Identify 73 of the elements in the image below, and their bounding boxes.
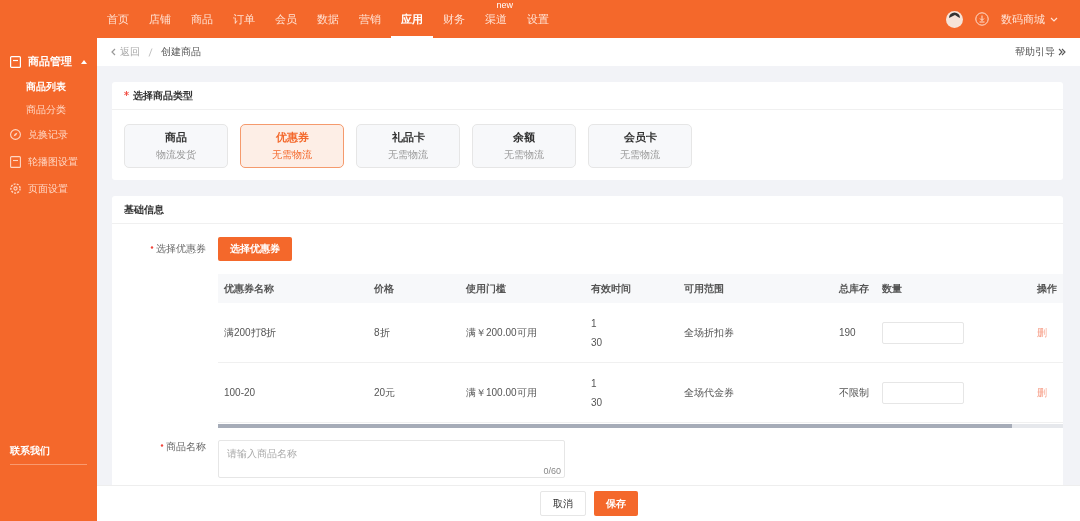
table-cell: 满￥100.00可用 xyxy=(460,362,585,423)
field-label: 选择优惠券 xyxy=(156,242,206,256)
delete-link[interactable]: 删 xyxy=(1037,326,1047,338)
table-cell: 满200打8折 xyxy=(218,303,368,363)
chevron-down-icon xyxy=(1050,16,1058,22)
section-title: 基础信息 xyxy=(124,202,164,217)
column-header: 数量 xyxy=(876,274,1031,303)
type-option[interactable]: 会员卡 无需物流 xyxy=(588,124,692,168)
sidebar-item[interactable]: 轮播图设置 xyxy=(0,148,97,175)
column-header: 优惠券名称 xyxy=(218,274,368,303)
table-cell: 100-20 xyxy=(218,362,368,423)
table-cell-text: 30 xyxy=(591,395,604,410)
column-header: 价格 xyxy=(368,274,460,303)
nav-tab[interactable]: 会员 xyxy=(265,12,307,38)
nav-tab[interactable]: 渠道 xyxy=(475,12,517,38)
column-header: 有效时间 xyxy=(585,274,678,303)
nav-tab[interactable]: 商品 xyxy=(181,12,223,38)
table-cell: 全场代金券 xyxy=(678,362,833,423)
quantity-input[interactable] xyxy=(882,381,964,404)
type-option[interactable]: 礼品卡 无需物流 xyxy=(356,124,460,168)
section-title: 选择商品类型 xyxy=(133,88,193,103)
nav-tab[interactable]: 店铺 xyxy=(139,12,181,38)
breadcrumb-separator xyxy=(148,47,153,57)
table-cell: 不限制 xyxy=(833,362,876,423)
double-chevron-icon xyxy=(1058,48,1066,56)
type-option[interactable]: 优惠券 无需物流 xyxy=(240,124,344,168)
type-option[interactable]: 商品 物流发货 xyxy=(124,124,228,168)
horizontal-scrollbar[interactable] xyxy=(218,424,1063,428)
nav-tab[interactable]: 设置 xyxy=(517,12,559,38)
select-coupon-button[interactable]: 选择优惠券 xyxy=(218,237,292,261)
help-guide-link[interactable]: 帮助引导 xyxy=(1015,45,1066,59)
sidebar-item[interactable]: 商品管理 xyxy=(0,48,97,75)
column-header: 操作 xyxy=(1031,274,1063,303)
sidebar-subitem[interactable]: 商品列表 xyxy=(0,75,97,98)
table-cell: 全场折扣券 xyxy=(678,303,833,363)
character-counter: 0/60 xyxy=(543,466,561,476)
back-link[interactable]: 返回 xyxy=(111,45,140,59)
nav-tab[interactable]: 订单 xyxy=(223,12,265,38)
nav-tab[interactable]: 财务 xyxy=(433,12,475,38)
settings-icon xyxy=(10,183,21,194)
nav-tab[interactable]: 首页 xyxy=(97,12,139,38)
column-header: 总库存 xyxy=(833,274,876,303)
store-selector[interactable]: 数码商城 xyxy=(1001,11,1058,27)
contact-link[interactable]: 联系我们 xyxy=(10,444,87,465)
sidebar-item[interactable]: 兑换记录 xyxy=(0,121,97,148)
sidebar-subitem[interactable]: 商品分类 xyxy=(0,98,97,121)
table-cell-text: 1 xyxy=(591,316,598,331)
chevron-left-icon xyxy=(111,48,116,56)
breadcrumb-current: 创建商品 xyxy=(161,45,201,59)
document-icon xyxy=(10,155,21,168)
table-cell: 8折 xyxy=(368,303,460,363)
store-name: 数码商城 xyxy=(1001,11,1045,27)
avatar[interactable] xyxy=(946,10,963,28)
table-cell: 满￥200.00可用 xyxy=(460,303,585,363)
table-cell-text: 1 xyxy=(591,376,598,391)
nav-tab[interactable]: 营销 xyxy=(349,12,391,38)
nav-tab[interactable]: 数据 xyxy=(307,12,349,38)
table-cell: 20元 xyxy=(368,362,460,423)
table-cell: 190 xyxy=(833,303,876,363)
column-header: 可用范围 xyxy=(678,274,833,303)
compass-icon xyxy=(10,129,21,140)
type-option[interactable]: 余额 无需物流 xyxy=(472,124,576,168)
field-label: 商品名称 xyxy=(166,440,206,454)
delete-link[interactable]: 删 xyxy=(1037,386,1047,398)
cancel-button[interactable]: 取消 xyxy=(539,491,586,516)
table-cell-text: 30 xyxy=(591,335,604,350)
column-header: 使用门槛 xyxy=(460,274,585,303)
new-label: new xyxy=(496,0,513,11)
quantity-input[interactable] xyxy=(882,321,964,344)
download-icon[interactable] xyxy=(975,12,989,26)
save-button[interactable]: 保存 xyxy=(593,491,638,516)
document-icon xyxy=(10,55,21,68)
sidebar-item[interactable]: 页面设置 xyxy=(0,175,97,202)
